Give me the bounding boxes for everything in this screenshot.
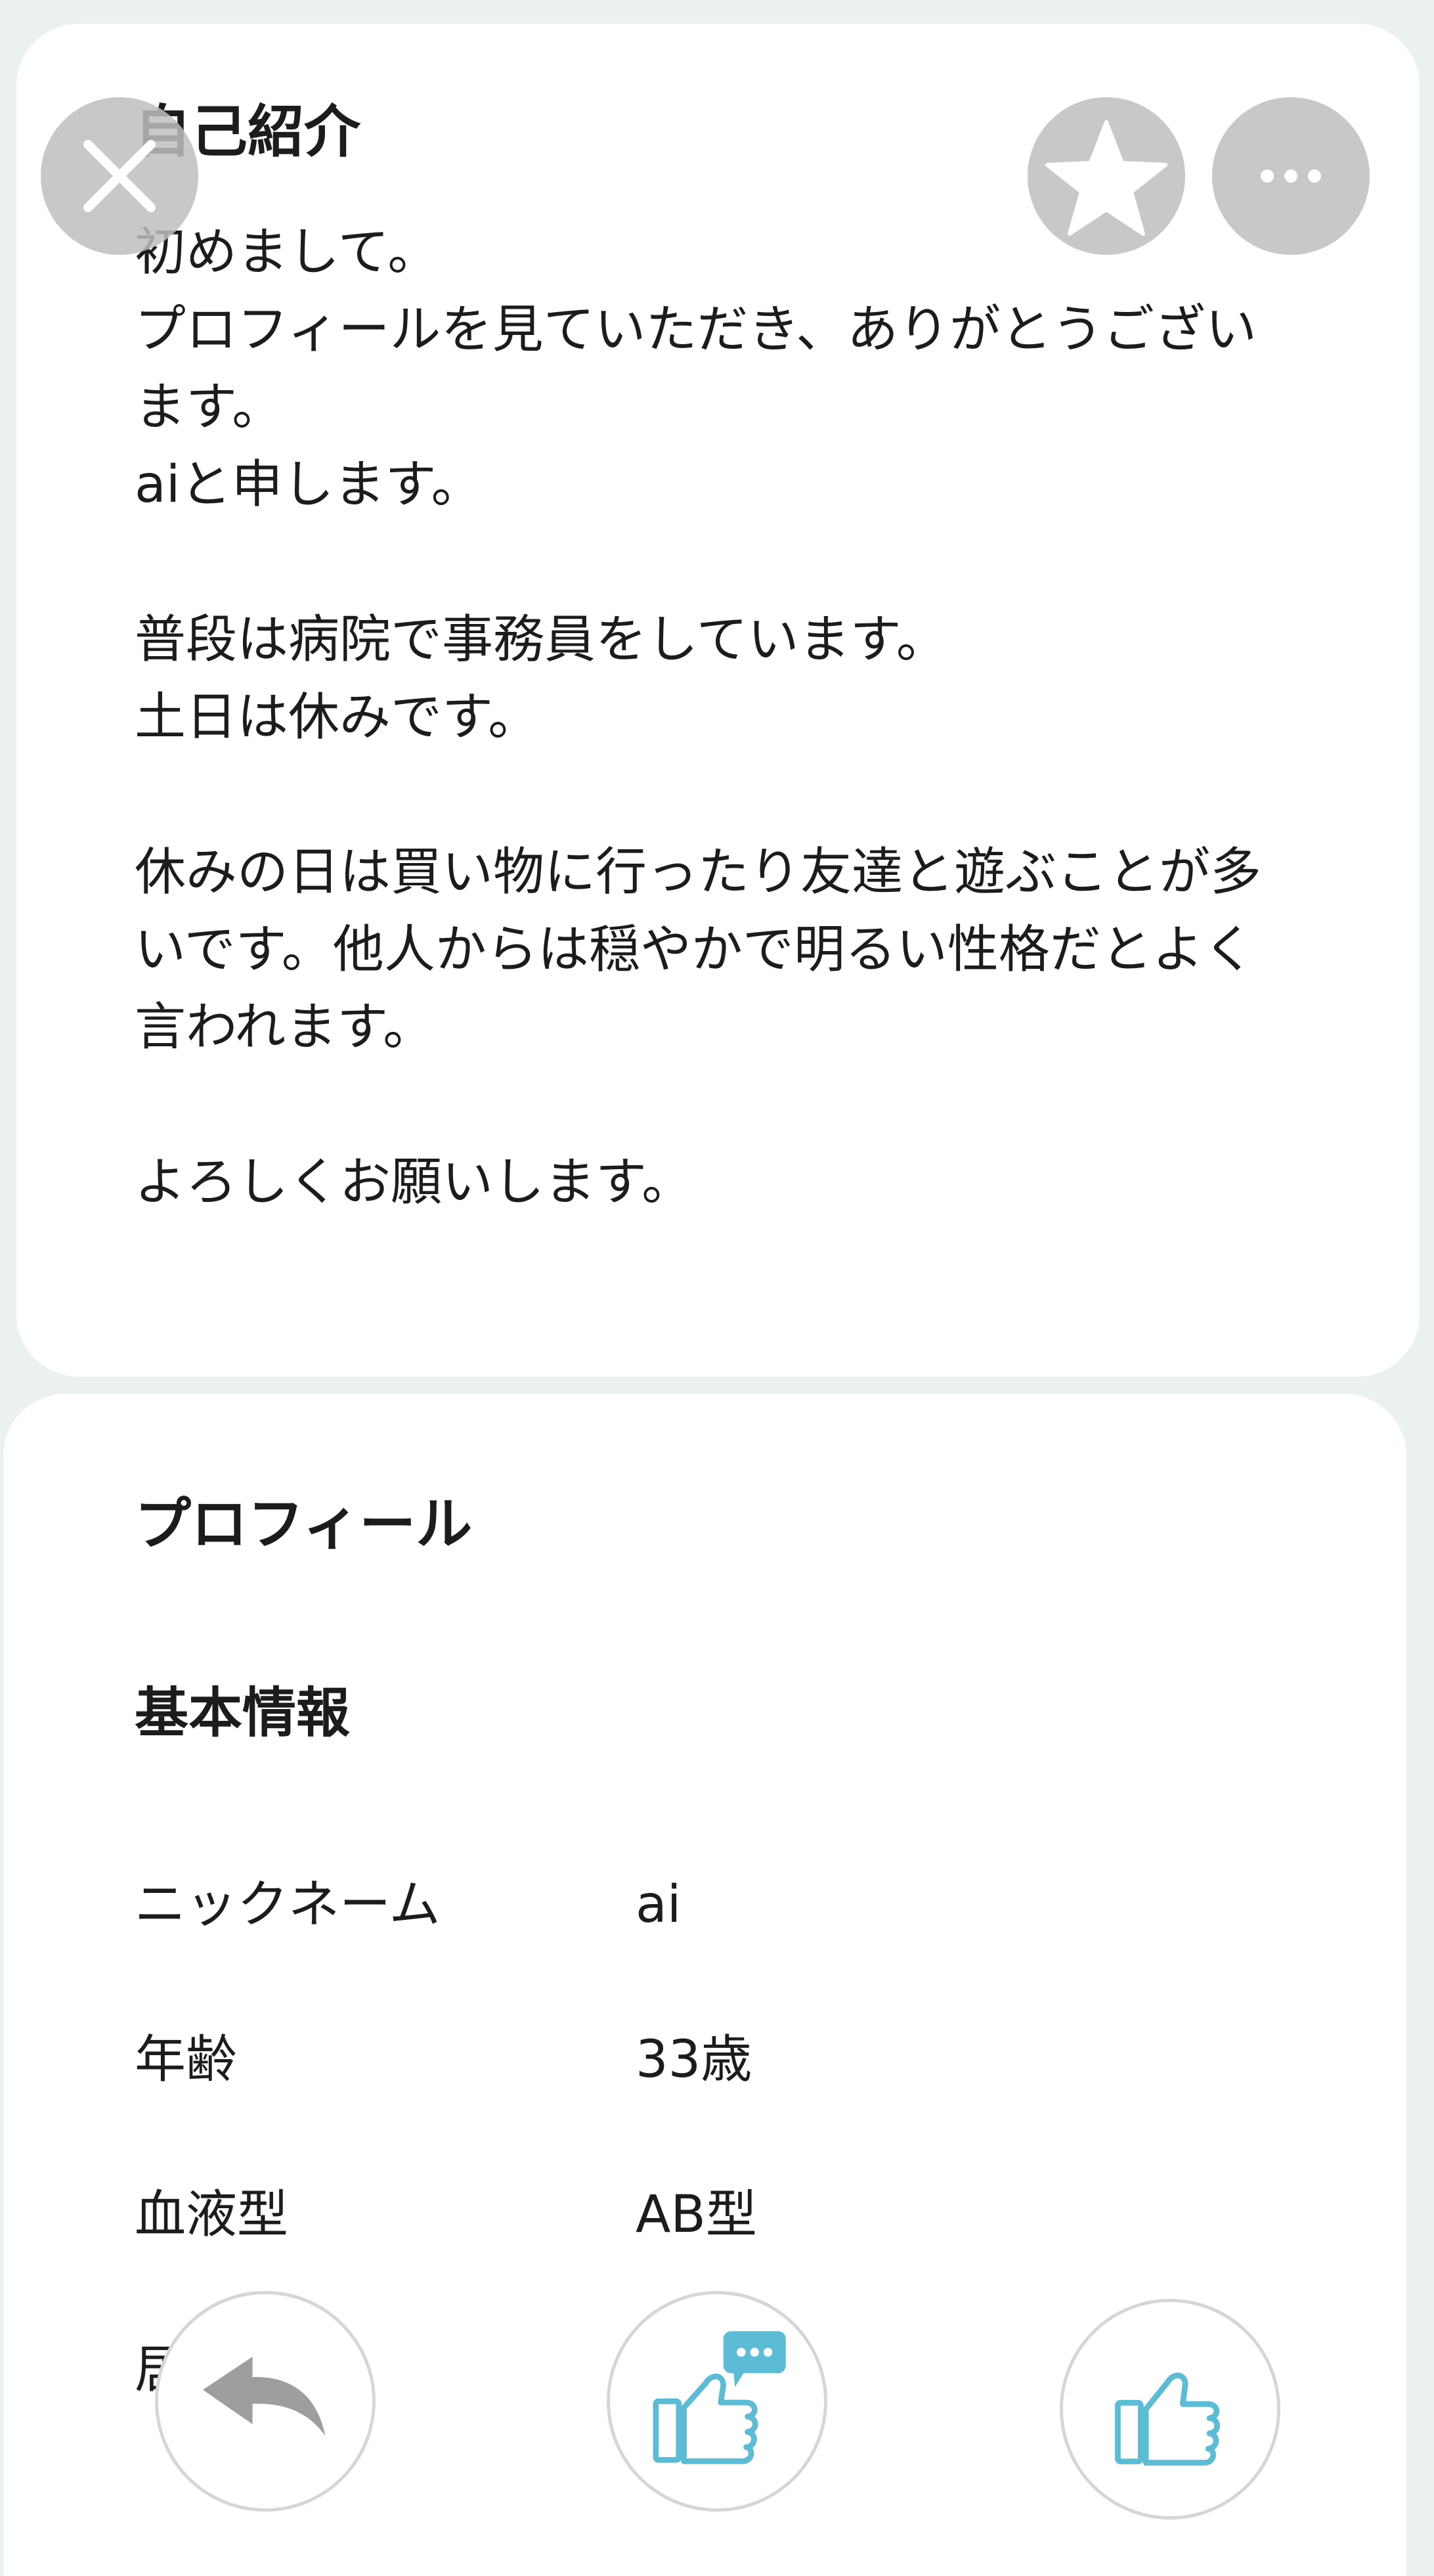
basic-info-title: 基本情報	[135, 1682, 351, 1744]
like-button[interactable]	[1060, 2299, 1280, 2520]
close-button[interactable]	[41, 97, 198, 255]
info-value: ai	[636, 1875, 682, 1934]
info-value: 33歳	[636, 2030, 752, 2089]
back-button[interactable]	[155, 2291, 376, 2512]
undo-arrow-icon	[202, 2357, 326, 2436]
info-row-age: 年齢 33歳	[135, 2020, 1316, 2099]
favorite-button[interactable]	[1028, 97, 1185, 255]
thumbs-up-icon	[1115, 2372, 1221, 2466]
like-with-message-button[interactable]	[607, 2291, 827, 2512]
close-icon	[83, 140, 156, 212]
more-dots-icon	[1261, 169, 1321, 183]
info-label: 血液型	[135, 2185, 289, 2244]
info-label: ニックネーム	[135, 1875, 441, 1934]
thumbs-up-message-icon	[653, 2331, 786, 2464]
profile-title: プロフィール	[135, 1492, 473, 1557]
self-intro-body: 初めまして。 プロフィールを見ていただき、ありがとうございます。 aiと申します…	[135, 223, 1262, 1212]
info-label: 年齢	[135, 2030, 238, 2089]
star-icon	[1045, 120, 1167, 236]
info-row-blood-type: 血液型 AB型	[135, 2175, 1316, 2254]
more-options-button[interactable]	[1212, 97, 1370, 255]
info-value: AB型	[636, 2185, 757, 2244]
info-row-nickname: ニックネーム ai	[135, 1865, 1316, 1944]
